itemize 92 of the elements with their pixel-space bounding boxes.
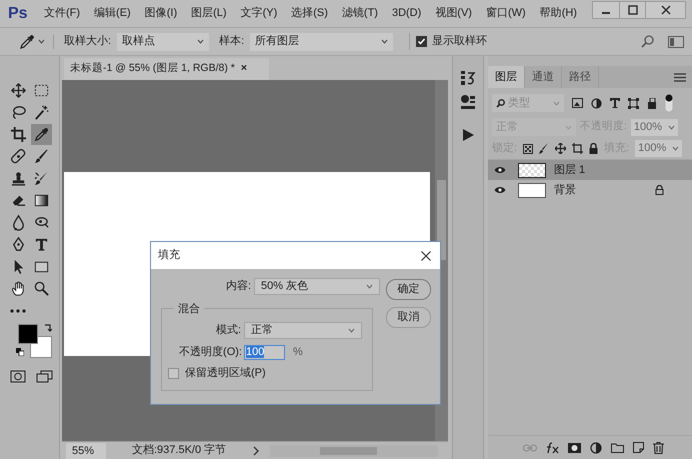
document-tab[interactable]: 未标题-1 @ 55% (图层 1, RGB/8) * × — [64, 58, 269, 80]
eye-icon[interactable] — [494, 186, 506, 194]
content-dropdown[interactable]: 50% 灰色 — [254, 278, 380, 294]
layer-row[interactable]: 背景 — [488, 180, 692, 200]
sample-dropdown[interactable]: 所有图层 — [250, 32, 394, 50]
shape-filter-icon[interactable] — [628, 98, 639, 108]
trash-icon[interactable] — [653, 442, 664, 454]
caret-icon — [348, 328, 355, 332]
caret-icon — [553, 100, 560, 106]
layer-name: 背景 — [554, 182, 576, 198]
menu-item[interactable]: 3D(D) — [386, 5, 428, 22]
lock-icon[interactable] — [589, 143, 598, 154]
close-icon[interactable] — [421, 250, 431, 260]
document-title: 未标题-1 @ 55% (图层 1, RGB/8) * — [70, 61, 235, 76]
lock-transparency-icon[interactable] — [523, 144, 534, 154]
menu-item[interactable]: 编辑(E) — [88, 5, 137, 22]
caret-icon — [668, 124, 676, 130]
eye-icon[interactable] — [494, 166, 506, 174]
panel-tab[interactable]: 图层 — [488, 66, 525, 88]
caret-icon — [366, 284, 373, 288]
default-colors-icon[interactable] — [16, 348, 24, 356]
menu-item[interactable]: 窗口(W) — [480, 5, 532, 22]
caret-icon — [38, 39, 45, 44]
dialog-button[interactable]: 取消 — [386, 307, 431, 328]
mode-dropdown[interactable]: 正常 — [244, 322, 362, 338]
caret-icon — [565, 124, 572, 130]
dialog-button[interactable]: 确定 — [386, 279, 431, 300]
minimize-icon — [602, 12, 610, 14]
panel-menu-icon[interactable] — [674, 72, 686, 82]
image-filter-icon[interactable] — [572, 98, 583, 108]
mask-icon[interactable] — [568, 442, 581, 452]
search-icon — [496, 98, 505, 108]
layer-name: 图层 1 — [554, 162, 586, 178]
sample-label: 样本: — [219, 34, 244, 50]
eyedropper-tool-icon[interactable] — [30, 124, 52, 145]
search-icon[interactable] — [641, 35, 654, 48]
chevron-right-icon[interactable] — [252, 446, 260, 456]
show-ring-label: 显示取样环 — [432, 34, 488, 50]
layer-row[interactable]: 图层 1 — [488, 160, 692, 180]
checkbox[interactable] — [168, 368, 179, 378]
swap-colors-icon[interactable] — [44, 324, 52, 332]
new-layer-icon[interactable] — [633, 442, 644, 453]
fx-icon[interactable] — [546, 442, 559, 454]
crop-tool-icon[interactable] — [8, 124, 29, 145]
content-label: 内容: — [224, 278, 252, 294]
preserve-transparency-label: 保留透明区域(P) — [185, 366, 266, 381]
dialog-title: 填充 — [158, 248, 180, 264]
color-swatches-icon[interactable] — [18, 324, 52, 358]
properties-panel-icon[interactable] — [460, 94, 476, 110]
adjustment-filter-icon[interactable] — [591, 98, 602, 108]
menu-item[interactable]: 图像(I) — [138, 5, 184, 22]
checkbox[interactable] — [416, 36, 428, 47]
sample-size-label: 取样大小: — [64, 34, 112, 50]
document-info: 文档:937.5K/0 字节 — [132, 442, 228, 458]
menu-item[interactable]: 选择(S) — [285, 5, 334, 22]
brush-icon[interactable] — [539, 143, 550, 154]
opacity-input[interactable]: 100 — [244, 344, 285, 360]
close-tab-button[interactable]: × — [240, 61, 248, 77]
menu-item[interactable]: 文件(F) — [38, 5, 86, 22]
filter-toggle-icon[interactable] — [665, 94, 673, 112]
close-icon — [660, 5, 670, 15]
menu-item[interactable]: 图层(L) — [185, 5, 233, 22]
panel-tab[interactable]: 通道 — [525, 66, 562, 88]
quick-mask-icon[interactable] — [10, 370, 26, 383]
opacity-label: 不透明度(O): — [178, 344, 243, 360]
eyedropper-preset-picker[interactable] — [20, 34, 54, 48]
percent-unit: % — [293, 344, 303, 360]
crop-frame-icon[interactable] — [572, 143, 584, 154]
zoom-level-field[interactable]: 55% — [66, 442, 106, 458]
caret-icon — [381, 39, 388, 44]
type-filter-icon[interactable] — [610, 98, 620, 108]
menu-item[interactable]: 视图(V) — [429, 5, 478, 22]
sample-size-dropdown[interactable]: 取样点 — [117, 32, 210, 50]
adjustment-layer-icon[interactable] — [590, 442, 602, 454]
workspace-icon[interactable] — [668, 36, 684, 48]
menu-item[interactable]: 文字(Y) — [234, 5, 284, 22]
move-arrows-icon[interactable] — [555, 143, 566, 154]
folder-icon[interactable] — [611, 442, 624, 452]
mode-label: 模式: — [214, 322, 242, 338]
screen-mode-icon[interactable] — [36, 370, 53, 383]
app-logo: Ps — [8, 4, 29, 24]
history-panel-icon[interactable] — [460, 70, 476, 86]
caret-icon — [672, 146, 680, 151]
maximize-icon — [628, 5, 638, 15]
play-icon[interactable] — [461, 128, 475, 142]
caret-icon — [197, 39, 204, 44]
move-tool-icon[interactable] — [8, 80, 29, 101]
menu-item[interactable]: 滤镜(T) — [336, 5, 384, 22]
panel-tab[interactable]: 路径 — [562, 66, 599, 88]
horizontal-scrollbar[interactable] — [270, 444, 438, 456]
smart-object-filter-icon[interactable] — [647, 98, 657, 108]
menu-item[interactable]: 帮助(H) — [534, 5, 583, 22]
